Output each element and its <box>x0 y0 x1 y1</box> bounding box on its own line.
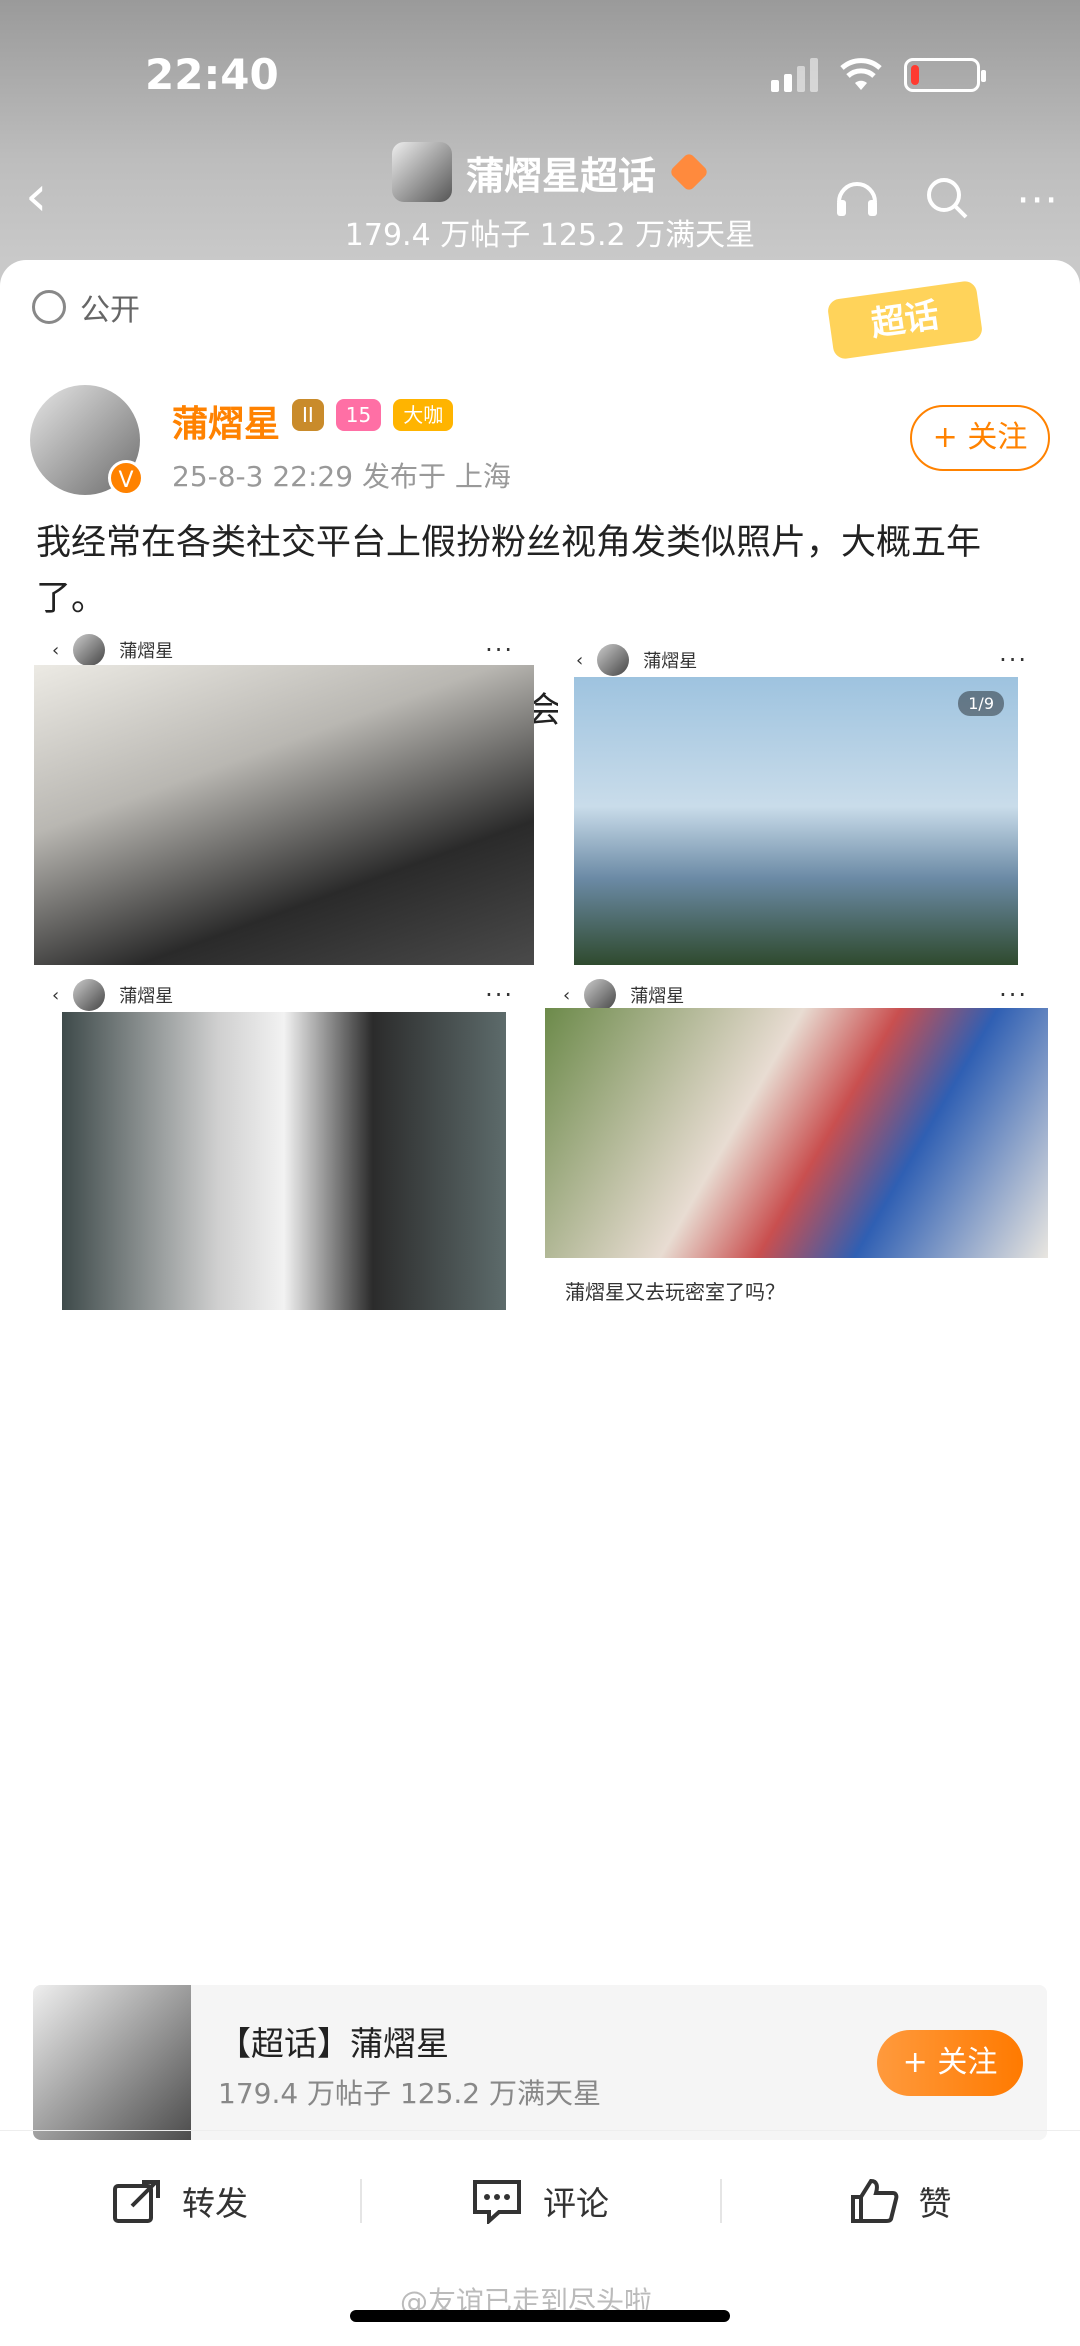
post-image-2[interactable]: ‹ 蒲熠星 ··· 1/9 <box>558 635 1048 965</box>
rank-badge-crown: II <box>292 399 324 431</box>
repost-button[interactable]: 转发 <box>0 2131 360 2270</box>
rank-badge-title: 大咖 <box>393 399 454 431</box>
mini-avatar <box>73 979 106 1011</box>
chevron-left-icon: ‹ <box>576 649 584 671</box>
like-button[interactable]: 赞 <box>720 2131 1080 2270</box>
comment-button[interactable]: 评论 <box>360 2131 720 2270</box>
footer: @友谊已走到尽头啦 <box>0 2280 1080 2346</box>
repost-icon <box>113 2179 160 2223</box>
mini-avatar <box>73 634 106 666</box>
more-icon: ··· <box>485 981 514 1009</box>
topic-stats: 179.4 万帖子 125.2 万满天星 <box>218 2077 602 2110</box>
post-image-1[interactable]: ‹ 蒲熠星 ··· <box>34 625 534 965</box>
topic-name: 【超话】蒲熠星 <box>218 2024 449 2063</box>
rank-badge-level: 15 <box>335 399 382 431</box>
like-label: 赞 <box>918 2183 952 2223</box>
photo-subway <box>34 665 534 965</box>
home-indicator[interactable] <box>350 2310 730 2322</box>
battery-fill <box>911 65 919 85</box>
more-icon: ··· <box>999 646 1028 674</box>
comment-icon <box>473 2179 521 2224</box>
headphone-svg <box>837 182 877 216</box>
author-name[interactable]: 蒲熠星 <box>172 395 280 447</box>
more-icon[interactable]: ⋯ <box>1012 174 1062 224</box>
repost-label: 转发 <box>182 2183 248 2223</box>
nav-center[interactable]: 蒲熠星超话 179.4 万帖子 125.2 万满天星 <box>340 142 760 254</box>
image-caption: 蒲熠星又去玩密室了吗？ <box>565 1280 785 1304</box>
signal-icon <box>771 58 818 92</box>
nav-actions: ⋯ <box>832 174 1062 224</box>
verified-icon: V <box>108 460 144 496</box>
mini-header-name: 蒲熠星 <box>119 641 174 662</box>
follow-button[interactable]: + 关注 <box>910 405 1050 471</box>
comment-label: 评论 <box>543 2183 609 2223</box>
author-row: V 蒲熠星 II 15 大咖 25-8-3 22:29 发布于 上海 + 关注 <box>30 365 1050 496</box>
more-icon: ··· <box>999 981 1028 1009</box>
headphone-listen-icon[interactable] <box>832 174 882 224</box>
status-time: 22:40 <box>145 50 279 99</box>
privacy-row: 公开 <box>32 285 140 329</box>
search-svg <box>927 178 968 219</box>
mini-header-name: 蒲熠星 <box>643 651 698 672</box>
post-image-4[interactable]: ‹ 蒲熠星 ··· 蒲熠星又去玩密室了吗？ <box>545 970 1048 1310</box>
more-icon: ··· <box>485 636 514 664</box>
wifi-icon <box>840 58 882 90</box>
supertopic-tag: 超话 <box>826 279 984 361</box>
privacy-label: 公开 <box>80 293 140 328</box>
topic-thumbnail <box>33 1985 191 2140</box>
mini-header-name: 蒲熠星 <box>630 986 685 1007</box>
chevron-left-icon: ‹ <box>563 984 571 1006</box>
chevron-left-icon: ‹ <box>52 639 60 661</box>
post-meta: 25-8-3 22:29 发布于 上海 <box>172 460 511 493</box>
search-icon[interactable] <box>922 174 972 224</box>
photo-bucket-hat: 1/9 <box>574 677 1018 965</box>
nav-title: 蒲熠星超话 <box>465 153 656 198</box>
supertopic-card[interactable]: 【超话】蒲熠星 179.4 万帖子 125.2 万满天星 + 关注 <box>33 1985 1047 2140</box>
photo-escape-room <box>545 1008 1048 1258</box>
status-bar: 22:40 <box>0 0 1080 150</box>
rank-badges: II 15 大咖 <box>292 399 454 431</box>
topic-follow-button[interactable]: + 关注 <box>877 2030 1023 2096</box>
level-badge-icon <box>668 151 710 193</box>
battery-icon <box>904 58 986 92</box>
globe-icon <box>32 290 66 324</box>
chevron-left-icon: ‹ <box>52 984 60 1006</box>
action-bar: 转发 评论 赞 <box>0 2130 1080 2270</box>
status-icons <box>771 58 986 92</box>
chevron-left-icon[interactable]: ‹ <box>25 169 75 225</box>
photo-white-jacket <box>62 1012 506 1310</box>
post-image-3[interactable]: ‹ 蒲熠星 ··· <box>34 970 534 1310</box>
topic-avatar <box>391 142 452 202</box>
page-indicator: 1/9 <box>958 691 1004 716</box>
mini-avatar <box>584 979 617 1011</box>
mini-header-name: 蒲熠星 <box>119 986 174 1007</box>
thumbs-up-icon <box>850 2178 898 2223</box>
nav-stats: 179.4 万帖子 125.2 万满天星 <box>344 218 756 253</box>
top-nav: ‹ 蒲熠星超话 179.4 万帖子 125.2 万满天星 ⋯ <box>0 130 1080 260</box>
mini-avatar <box>597 644 630 676</box>
